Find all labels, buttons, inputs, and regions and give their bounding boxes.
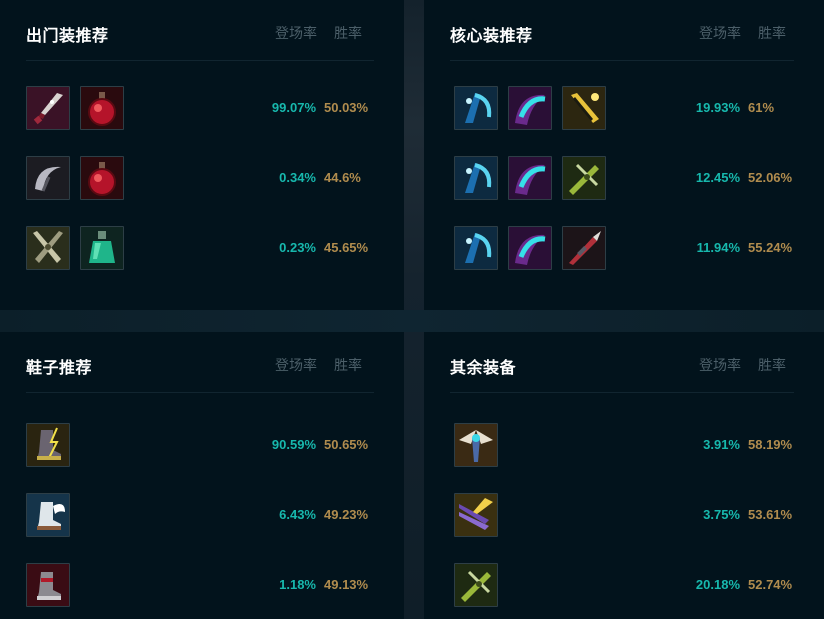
win-rate-value: 53.61% [748, 507, 793, 522]
blue-scythe-item-icon[interactable] [454, 86, 498, 130]
red-spear-item-icon[interactable] [562, 226, 606, 270]
win-rate-column-header: 胜率 [758, 357, 786, 373]
dagger-item-icon[interactable] [26, 86, 70, 130]
build-row[interactable]: 90.59% 50.65% [26, 423, 376, 467]
red-potion-icon[interactable] [80, 156, 124, 200]
play-rate-value: 99.07% [271, 100, 316, 115]
winged-guardian-item-icon[interactable] [454, 423, 498, 467]
win-rate-column-header: 胜率 [334, 25, 362, 41]
panel-header: 其余装备 登场率 胜率 [450, 352, 794, 393]
build-row[interactable]: 11.94% 55.24% [450, 226, 800, 270]
purple-cyan-blade-item-icon[interactable] [508, 86, 552, 130]
panel-title: 出门装推荐 [26, 28, 109, 45]
winged-boots-icon[interactable] [26, 493, 70, 537]
play-rate-value: 3.75% [703, 507, 740, 522]
red-boots-icon[interactable] [26, 563, 70, 607]
scythe-item-icon[interactable] [26, 156, 70, 200]
play-rate-column-header: 登场率 [275, 25, 317, 41]
play-rate-value: 0.34% [279, 170, 316, 185]
purple-claws-item-icon[interactable] [454, 493, 498, 537]
boots-panel: 鞋子推荐 登场率 胜率 90.59% 50.65% 6.43% 49.23% 1… [0, 332, 404, 619]
build-row[interactable]: 20.18% 52.74% [450, 563, 800, 607]
build-row[interactable]: 0.34% 44.6% [26, 156, 376, 200]
panel-header: 鞋子推荐 登场率 胜率 [26, 352, 374, 393]
purple-cyan-blade-item-icon[interactable] [508, 156, 552, 200]
play-rate-value: 19.93% [695, 100, 740, 115]
win-rate-value: 45.65% [324, 240, 369, 255]
blue-scythe-item-icon[interactable] [454, 226, 498, 270]
lightning-boots-icon[interactable] [26, 423, 70, 467]
build-row[interactable]: 99.07% 50.03% [26, 86, 376, 130]
panel-header: 核心装推荐 登场率 胜率 [450, 20, 794, 61]
win-rate-value: 52.06% [748, 170, 793, 185]
build-row[interactable]: 0.23% 45.65% [26, 226, 376, 270]
build-row[interactable]: 19.93% 61% [450, 86, 800, 130]
win-rate-value: 49.23% [324, 507, 369, 522]
win-rate-value: 50.03% [324, 100, 369, 115]
win-rate-value: 44.6% [324, 170, 361, 185]
build-row[interactable]: 6.43% 49.23% [26, 493, 376, 537]
red-potion-icon[interactable] [80, 86, 124, 130]
build-row[interactable]: 3.91% 58.19% [450, 423, 800, 467]
play-rate-value: 0.23% [279, 240, 316, 255]
play-rate-column-header: 登场率 [699, 25, 741, 41]
play-rate-column-header: 登场率 [275, 357, 317, 373]
green-crossbow-item-icon[interactable] [562, 156, 606, 200]
play-rate-value: 6.43% [279, 507, 316, 522]
crossed-blades-item-icon[interactable] [26, 226, 70, 270]
panel-title: 鞋子推荐 [26, 360, 93, 377]
play-rate-column-header: 登场率 [699, 357, 741, 373]
blue-scythe-item-icon[interactable] [454, 156, 498, 200]
play-rate-value: 11.94% [696, 240, 740, 255]
build-row[interactable]: 12.45% 52.06% [450, 156, 800, 200]
build-row[interactable]: 3.75% 53.61% [450, 493, 800, 537]
play-rate-value: 90.59% [271, 437, 316, 452]
green-crossbow-item-icon[interactable] [454, 563, 498, 607]
win-rate-value: 52.74% [748, 577, 793, 592]
core-items-panel: 核心装推荐 登场率 胜率 19.93% 61% 12.45% 52.06% 11… [424, 0, 824, 310]
win-rate-value: 58.19% [748, 437, 793, 452]
win-rate-value: 50.65% [324, 437, 369, 452]
panel-gap-horizontal [0, 310, 824, 332]
panel-title: 核心装推荐 [450, 28, 533, 45]
build-row[interactable]: 1.18% 49.13% [26, 563, 376, 607]
panel-header: 出门装推荐 登场率 胜率 [26, 20, 374, 61]
other-items-panel: 其余装备 登场率 胜率 3.91% 58.19% 3.75% 53.61% 20… [424, 332, 824, 619]
win-rate-column-header: 胜率 [334, 357, 362, 373]
play-rate-value: 3.91% [703, 437, 740, 452]
green-potion-icon[interactable] [80, 226, 124, 270]
win-rate-value: 49.13% [324, 577, 369, 592]
win-rate-value: 55.24% [748, 240, 793, 255]
play-rate-value: 12.45% [695, 170, 740, 185]
win-rate-value: 61% [748, 100, 775, 115]
play-rate-value: 1.18% [279, 577, 316, 592]
win-rate-column-header: 胜率 [758, 25, 786, 41]
golden-sword-item-icon[interactable] [562, 86, 606, 130]
purple-cyan-blade-item-icon[interactable] [508, 226, 552, 270]
starting-items-panel: 出门装推荐 登场率 胜率 99.07% 50.03% 0.34% 44.6% 0… [0, 0, 404, 310]
play-rate-value: 20.18% [695, 577, 740, 592]
panel-title: 其余装备 [450, 360, 517, 377]
